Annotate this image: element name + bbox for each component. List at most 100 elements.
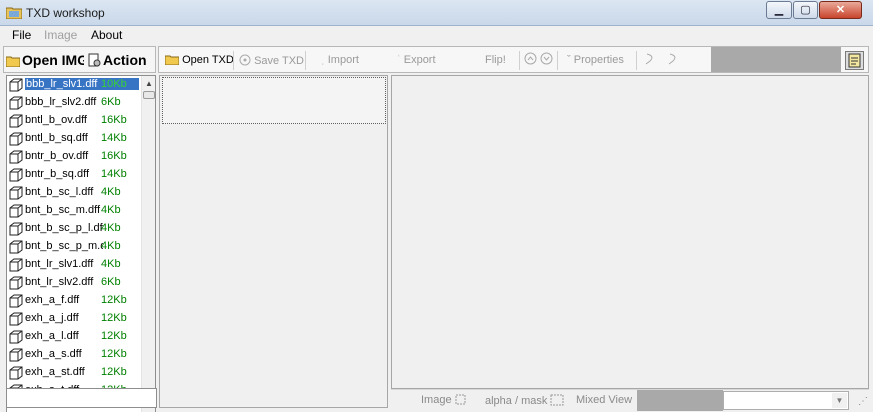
folder-icon <box>6 54 21 70</box>
export-label: Export <box>403 54 436 66</box>
file-name: bnt_lr_slv1.dff <box>25 258 94 270</box>
open-txd-label: Open TXD <box>182 54 234 66</box>
file-name: bntr_b_sq.dff <box>25 168 90 180</box>
disk-icon <box>239 54 251 67</box>
menu-file[interactable]: File <box>12 28 31 42</box>
resize-grip-icon[interactable]: ⋰ <box>858 396 868 407</box>
file-name: exh_a_j.dff <box>25 312 79 324</box>
cube-file-icon <box>9 312 23 326</box>
export-button[interactable]: ˈ Export <box>397 54 436 66</box>
file-size: 12Kb <box>101 294 127 306</box>
cube-file-icon <box>9 96 23 110</box>
move-down-icon[interactable] <box>540 52 553 68</box>
file-name: exh_a_f.dff <box>25 294 80 306</box>
zoom-select[interactable]: ▼ <box>723 391 849 410</box>
file-list-item[interactable]: bbb_lr_slv2.dff 6Kb <box>7 94 141 112</box>
file-list[interactable]: bbb_lr_slv1.dff 10Kb bbb_lr_slv2.dff 6Kb bnt… <box>6 75 156 412</box>
app-icon <box>5 6 23 20</box>
texture-list-panel[interactable] <box>159 75 388 408</box>
file-list-item[interactable]: bnt_lr_slv2.dff 6Kb <box>7 274 141 292</box>
file-list-item[interactable]: exh_a_st.dff 12Kb <box>7 364 141 382</box>
flip-button[interactable]: Flip! <box>485 54 506 66</box>
file-list-item[interactable]: bnt_b_sc_m.dff 4Kb <box>7 202 141 220</box>
file-list-item[interactable]: bnt_b_sc_l.dff 4Kb <box>7 184 141 202</box>
file-list-item[interactable]: exh_a_f.dff 12Kb <box>7 292 141 310</box>
texture-list-item[interactable] <box>162 77 386 124</box>
file-list-item[interactable]: bntr_b_ov.dff 16Kb <box>7 148 141 166</box>
file-list-scrollbar[interactable]: ▲ ▼ <box>141 76 155 412</box>
file-size: 4Kb <box>101 240 121 252</box>
toolbar-divider <box>557 51 558 70</box>
file-size: 6Kb <box>101 96 121 108</box>
view-mixed-button[interactable]: Mixed View <box>576 394 632 406</box>
menu-image[interactable]: Image <box>44 28 77 42</box>
view-mode-bar: Image alpha / mask Mixed View ▼ <box>391 389 869 411</box>
cube-file-icon <box>9 240 23 254</box>
chevron-down-icon[interactable]: ▼ <box>832 393 847 408</box>
view-alpha-label: alpha / mask <box>485 395 548 407</box>
import-label: Import <box>327 54 359 66</box>
minimize-button[interactable]: ▁ <box>766 1 792 19</box>
file-name: bnt_b_sc_m.dff <box>25 204 101 216</box>
save-txd-label: Save TXD <box>254 55 304 67</box>
file-size: 4Kb <box>101 204 121 216</box>
cube-file-icon <box>9 186 23 200</box>
open-txd-button[interactable]: Open TXD <box>164 54 234 66</box>
bottom-spacer <box>637 390 723 411</box>
cube-file-icon <box>9 330 23 344</box>
file-list-item[interactable]: bnt_b_sc_p_l.dff 4Kb <box>7 220 141 238</box>
notes-icon[interactable] <box>845 51 864 70</box>
file-size: 12Kb <box>101 366 127 378</box>
toolbar-divider <box>636 51 637 70</box>
file-list-item[interactable]: exh_a_l.dff 12Kb <box>7 328 141 346</box>
rotate-right-icon[interactable] <box>667 51 681 70</box>
cube-file-icon <box>9 132 23 146</box>
scroll-up-icon[interactable]: ▲ <box>145 79 153 88</box>
close-button[interactable]: ✕ <box>819 1 862 19</box>
file-list-item[interactable]: bnt_b_sc_p_m.dff4Kb <box>7 238 141 256</box>
scroll-thumb[interactable] <box>143 91 155 99</box>
maximize-button[interactable]: ▢ <box>793 1 818 19</box>
action-button[interactable]: Action <box>88 52 156 70</box>
file-list-item[interactable]: exh_a_s.dff 12Kb <box>7 346 141 364</box>
file-size: 4Kb <box>101 258 121 270</box>
file-list-item[interactable]: bnt_lr_slv1.dff 4Kb <box>7 256 141 274</box>
file-name: exh_a_s.dff <box>25 348 82 360</box>
import-button[interactable]: ˌ Import <box>321 54 359 66</box>
file-size: 10Kb <box>101 78 127 90</box>
filter-input[interactable] <box>6 388 157 408</box>
file-list-item[interactable]: exh_a_j.dff 12Kb <box>7 310 141 328</box>
file-name: bnt_b_sc_p_l.dff <box>25 222 103 234</box>
alpha-mode-icon <box>550 394 564 407</box>
view-alpha-button[interactable]: alpha / mask <box>485 394 564 407</box>
cube-file-icon <box>9 258 23 272</box>
toolbar-divider <box>519 51 520 70</box>
texture-preview-panel <box>391 75 869 389</box>
file-list-item[interactable]: bntr_b_sq.dff 14Kb <box>7 166 141 184</box>
save-txd-button[interactable]: Save TXD <box>239 54 304 67</box>
menu-about[interactable]: About <box>91 28 122 42</box>
file-list-item[interactable]: bntl_b_sq.dff 14Kb <box>7 130 141 148</box>
file-size: 12Kb <box>101 348 127 360</box>
open-img-button[interactable]: Open IMG <box>6 52 84 70</box>
cube-file-icon <box>9 78 23 92</box>
image-mode-icon <box>455 394 466 406</box>
move-up-icon[interactable] <box>524 52 537 68</box>
properties-label: Properties <box>573 54 624 66</box>
rotate-left-icon[interactable] <box>644 51 658 70</box>
main-toolbar: Open TXD Save TXD ˌ Import ˈ Export Flip… <box>158 46 869 73</box>
file-size: 6Kb <box>101 276 121 288</box>
view-image-label: Image <box>421 394 452 406</box>
file-list-item[interactable]: bntl_b_ov.dff 16Kb <box>7 112 141 130</box>
cube-file-icon <box>9 222 23 236</box>
import-icon: ˌ <box>321 54 325 66</box>
window-title: TXD workshop <box>26 6 105 20</box>
toolbar-divider <box>233 51 234 70</box>
properties-button[interactable]: ˇ Properties <box>567 54 624 66</box>
open-img-label: Open IMG <box>22 52 84 68</box>
view-image-button[interactable]: Image <box>421 394 466 406</box>
folder-icon <box>164 54 180 66</box>
file-list-item[interactable]: bbb_lr_slv1.dff 10Kb <box>7 76 141 94</box>
file-rows: bbb_lr_slv1.dff 10Kb bbb_lr_slv2.dff 6Kb bnt… <box>7 76 141 400</box>
file-size: 4Kb <box>101 186 121 198</box>
